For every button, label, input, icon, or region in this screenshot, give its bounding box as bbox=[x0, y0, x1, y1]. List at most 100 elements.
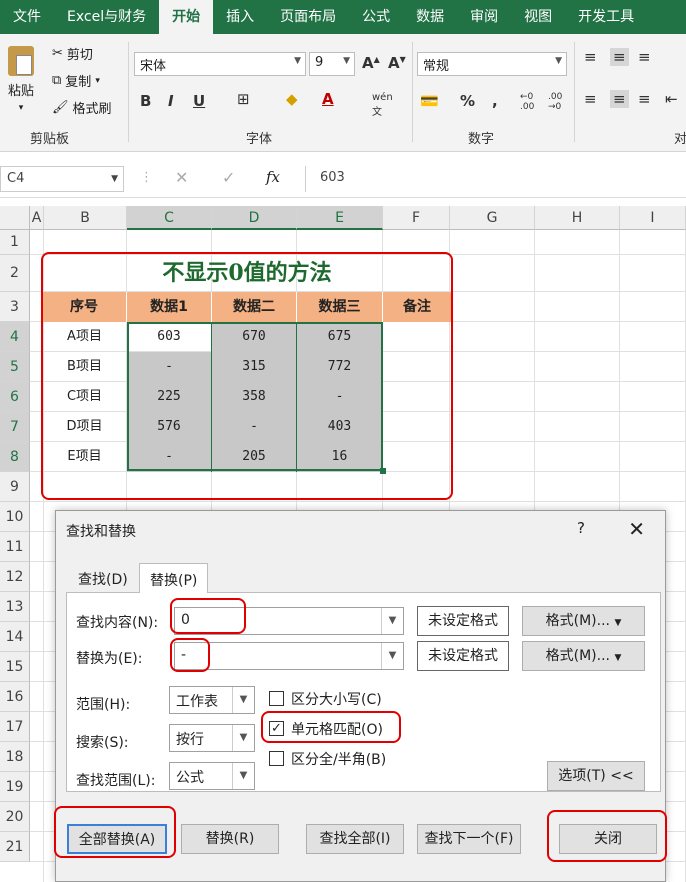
column-header-F[interactable]: F bbox=[383, 206, 450, 230]
font-size-select[interactable]: 9 ▼ bbox=[309, 52, 355, 76]
row-header-12[interactable]: 12 bbox=[0, 562, 30, 592]
number-group-label: 数字 bbox=[468, 132, 495, 147]
search-select[interactable]: 按行 ▼ bbox=[169, 724, 255, 752]
tab-8[interactable]: 视图 bbox=[511, 0, 565, 34]
row-header-5[interactable]: 5 bbox=[0, 352, 30, 382]
row-header-9[interactable]: 9 bbox=[0, 472, 30, 502]
shrink-font-button[interactable]: A▼ bbox=[388, 54, 406, 72]
formula-input[interactable]: 603 bbox=[305, 166, 686, 192]
row-header-7[interactable]: 7 bbox=[0, 412, 30, 442]
chevron-down-icon: ▼ bbox=[614, 653, 622, 663]
tab-find[interactable]: 查找(D) bbox=[68, 563, 138, 593]
font-name-select[interactable]: 宋体 ▼ bbox=[134, 52, 306, 76]
formula-bar: C4 ▼ ⋮ ✕ ✓ fx 603 bbox=[0, 160, 686, 198]
help-button[interactable]: ? bbox=[577, 519, 585, 537]
align-top-icon[interactable]: ≡ bbox=[584, 48, 597, 66]
select-all-corner[interactable] bbox=[0, 206, 30, 230]
row-header-6[interactable]: 6 bbox=[0, 382, 30, 412]
bold-button[interactable]: B bbox=[140, 92, 151, 110]
grow-font-button[interactable]: A▲ bbox=[362, 54, 380, 72]
number-format-select[interactable]: 常规 ▼ bbox=[417, 52, 567, 76]
column-header-H[interactable]: H bbox=[535, 206, 620, 230]
column-header-B[interactable]: B bbox=[44, 206, 127, 230]
align-left-icon[interactable]: ≡ bbox=[584, 90, 597, 108]
tab-9[interactable]: 开发工具 bbox=[565, 0, 647, 34]
row-header-21[interactable]: 21 bbox=[0, 832, 30, 862]
row-header-11[interactable]: 11 bbox=[0, 532, 30, 562]
row-header-8[interactable]: 8 bbox=[0, 442, 30, 472]
lookin-label: 查找范围(L): bbox=[76, 773, 156, 789]
row-header-20[interactable]: 20 bbox=[0, 802, 30, 832]
row-header-16[interactable]: 16 bbox=[0, 682, 30, 712]
tab-0[interactable]: 文件 bbox=[0, 0, 54, 34]
row-header-3[interactable]: 3 bbox=[0, 292, 30, 322]
format-painter-button[interactable]: 🖌 格式刷 bbox=[52, 98, 112, 117]
replace-button[interactable]: 替换(R) bbox=[181, 824, 279, 854]
underline-button[interactable]: U bbox=[193, 92, 205, 110]
tab-2[interactable]: 开始 bbox=[159, 0, 214, 34]
chevron-down-icon: ▼ bbox=[232, 763, 254, 789]
align-right-icon[interactable]: ≡ bbox=[638, 90, 651, 108]
enter-icon[interactable]: ✓ bbox=[222, 168, 235, 187]
lookin-select[interactable]: 公式 ▼ bbox=[169, 762, 255, 790]
row-header-1[interactable]: 1 bbox=[0, 230, 30, 255]
tab-replace[interactable]: 替换(P) bbox=[139, 563, 209, 593]
find-format-button[interactable]: 格式(M)... ▼ bbox=[522, 606, 645, 636]
copy-button[interactable]: ⧉ 复制 ▾ bbox=[52, 71, 100, 90]
column-header-A[interactable]: A bbox=[30, 206, 44, 230]
chevron-down-icon: ▼ bbox=[232, 687, 254, 713]
match-width-checkbox[interactable] bbox=[269, 751, 284, 766]
border-icon[interactable]: ⊞ bbox=[237, 90, 250, 108]
cancel-icon[interactable]: ✕ bbox=[175, 168, 188, 187]
align-center-icon[interactable]: ≡ bbox=[610, 90, 629, 108]
divider bbox=[574, 42, 575, 142]
tab-4[interactable]: 页面布局 bbox=[267, 0, 349, 34]
italic-button[interactable]: I bbox=[168, 92, 174, 110]
scope-select[interactable]: 工作表 ▼ bbox=[169, 686, 255, 714]
fx-icon[interactable]: fx bbox=[266, 168, 280, 186]
column-header-G[interactable]: G bbox=[450, 206, 535, 230]
row-header-18[interactable]: 18 bbox=[0, 742, 30, 772]
tab-5[interactable]: 公式 bbox=[349, 0, 403, 34]
decrease-decimal-icon[interactable]: .00 →0 bbox=[548, 92, 562, 112]
tab-6[interactable]: 数据 bbox=[403, 0, 457, 34]
row-header-14[interactable]: 14 bbox=[0, 622, 30, 652]
row-header-10[interactable]: 10 bbox=[0, 502, 30, 532]
options-button[interactable]: 选项(T) << bbox=[547, 761, 645, 791]
find-next-button[interactable]: 查找下一个(F) bbox=[417, 824, 521, 854]
wrap-icon[interactable]: ⇤ bbox=[665, 90, 678, 108]
dialog-title: 查找和替换 bbox=[66, 524, 136, 540]
row-header-2[interactable]: 2 bbox=[0, 255, 30, 292]
match-case-checkbox[interactable] bbox=[269, 691, 284, 706]
row-header-15[interactable]: 15 bbox=[0, 652, 30, 682]
currency-icon[interactable]: 💳 bbox=[420, 92, 439, 110]
row-header-17[interactable]: 17 bbox=[0, 712, 30, 742]
cut-button[interactable]: ✂ 剪切 bbox=[52, 44, 93, 63]
find-all-button[interactable]: 查找全部(I) bbox=[306, 824, 404, 854]
fill-color-icon[interactable]: ◆ bbox=[286, 90, 298, 108]
close-icon[interactable]: ✕ bbox=[628, 517, 645, 541]
tab-3[interactable]: 插入 bbox=[213, 0, 267, 34]
font-color-icon[interactable]: A bbox=[322, 90, 334, 108]
row-header-4[interactable]: 4 bbox=[0, 322, 30, 352]
phonetic-icon[interactable]: wén 文 bbox=[372, 92, 393, 118]
tab-7[interactable]: 审阅 bbox=[457, 0, 511, 34]
scissors-icon: ✂ bbox=[52, 46, 63, 61]
comma-button[interactable]: , bbox=[492, 92, 498, 110]
increase-decimal-icon[interactable]: ←0.00 bbox=[520, 92, 534, 112]
chevron-down-icon: ▼ bbox=[111, 174, 118, 184]
clipboard-icon bbox=[8, 46, 34, 76]
tab-1[interactable]: Excel与财务 bbox=[54, 0, 159, 34]
replace-format-button[interactable]: 格式(M)... ▼ bbox=[522, 641, 645, 671]
column-header-I[interactable]: I bbox=[620, 206, 686, 230]
row-header-19[interactable]: 19 bbox=[0, 772, 30, 802]
column-header-E[interactable]: E bbox=[297, 206, 383, 230]
column-header-D[interactable]: D bbox=[212, 206, 297, 230]
align-bottom-icon[interactable]: ≡ bbox=[638, 48, 651, 66]
align-middle-icon[interactable]: ≡ bbox=[610, 48, 629, 66]
name-box[interactable]: C4 ▼ bbox=[0, 166, 124, 192]
column-header-C[interactable]: C bbox=[127, 206, 212, 230]
paste-button[interactable]: 粘贴 ▾ bbox=[8, 46, 34, 113]
percent-button[interactable]: % bbox=[460, 92, 475, 110]
row-header-13[interactable]: 13 bbox=[0, 592, 30, 622]
